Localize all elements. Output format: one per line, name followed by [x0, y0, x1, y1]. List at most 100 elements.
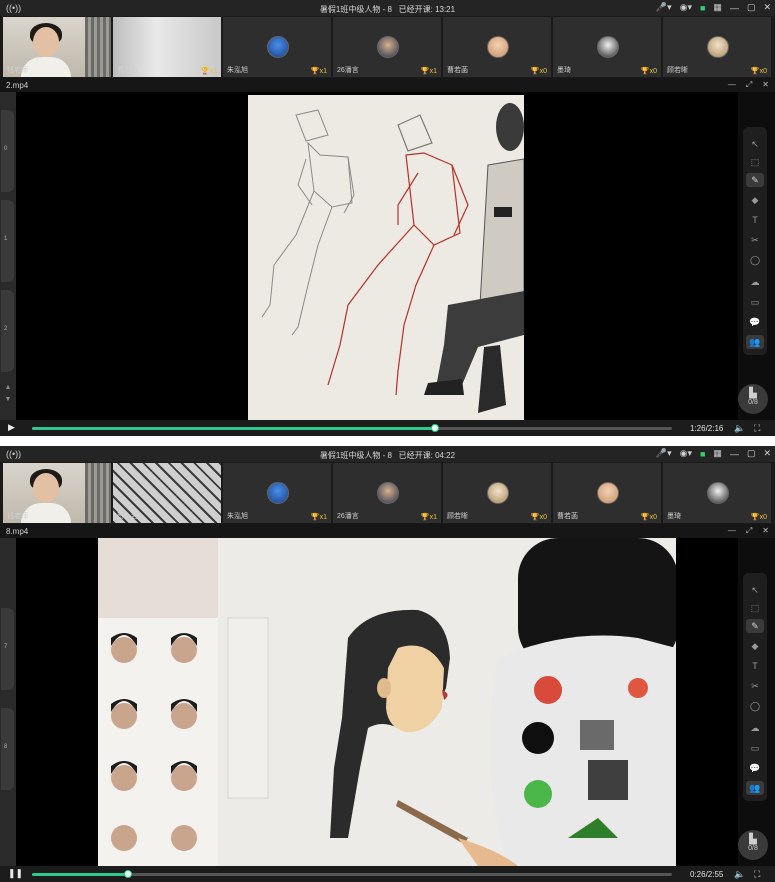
participant-name: 顾若晰 — [447, 513, 468, 520]
video-player[interactable] — [16, 538, 738, 866]
cursor-icon[interactable]: ↖ — [746, 137, 764, 151]
speaker-icon[interactable]: ◉▾ — [680, 2, 692, 13]
text-icon[interactable]: T — [746, 659, 764, 673]
participant-tile[interactable]: 26潘言 🏆x1 — [333, 463, 441, 523]
fullscreen-icon[interactable]: ⛶ — [754, 869, 760, 880]
scissors-icon[interactable]: ✂ — [746, 233, 764, 247]
participant-tile[interactable]: 顾若晰 🏆x0 — [443, 463, 551, 523]
cloud-icon[interactable]: ☁ — [746, 275, 764, 289]
eraser-icon[interactable]: ◆ — [746, 639, 764, 653]
progress-fill — [32, 873, 128, 876]
page-tab[interactable]: 7 — [1, 608, 14, 690]
scroll-up-icon[interactable]: ▲ — [2, 384, 14, 392]
page-counter[interactable]: ▙ 0/8 — [738, 830, 768, 860]
avatar — [707, 482, 729, 504]
microphone-icon[interactable]: 🎤▾ — [656, 448, 672, 459]
chat-icon[interactable]: 💬 — [746, 761, 764, 775]
participant-tile[interactable]: 26潘言 🏆x1 — [333, 17, 441, 77]
video-player[interactable] — [16, 92, 738, 420]
avatar — [707, 36, 729, 58]
trophy-badge: 🏆x1 — [310, 68, 327, 75]
participant-tile[interactable]: 顾若晰 🏆x0 — [663, 17, 771, 77]
annotation-toolbar: ↖ ⬚ ✎ ◆ T ✂ ◯ ☁ ▭ 💬 👥 — [743, 573, 767, 801]
minimize-icon[interactable]: — — [730, 3, 739, 13]
select-icon[interactable]: ⬚ — [746, 155, 764, 169]
expand-icon[interactable]: ⤢ — [746, 80, 752, 90]
close-icon[interactable]: ✕ — [762, 526, 769, 536]
minimize-icon[interactable]: — — [730, 449, 739, 459]
avatar — [487, 36, 509, 58]
volume-icon[interactable]: 🔈 — [734, 869, 745, 880]
users-icon[interactable]: 👥 — [746, 335, 764, 349]
toolbox-icon[interactable]: ▭ — [746, 741, 764, 755]
close-icon[interactable]: ✕ — [763, 2, 771, 13]
participant-tile[interactable]: 墨琦 🏆x0 — [553, 17, 661, 77]
brush-icon[interactable]: ✎ — [746, 173, 764, 187]
close-icon[interactable]: ✕ — [763, 448, 771, 459]
scissors-icon[interactable]: ✂ — [746, 679, 764, 693]
shape-icon[interactable]: ◯ — [746, 699, 764, 713]
participant-tile[interactable]: 曹若菡 🏆x0 — [553, 463, 661, 523]
text-icon[interactable]: T — [746, 213, 764, 227]
toolbox-icon[interactable]: ▭ — [746, 295, 764, 309]
camera-icon[interactable]: ■ — [700, 449, 705, 459]
page-sidebar: 7 8 — [0, 538, 16, 866]
class-title: 暑假1班中级人物 - 8 — [319, 5, 392, 14]
shape-icon[interactable]: ◯ — [746, 253, 764, 267]
progress-track[interactable] — [32, 424, 672, 432]
participant-tile[interactable]: 朱泓旭 🏆x1 — [223, 17, 331, 77]
scroll-down-icon[interactable]: ▼ — [2, 396, 14, 404]
progress-handle[interactable] — [124, 870, 132, 878]
minimize-icon[interactable]: — — [728, 80, 736, 90]
chat-icon[interactable]: 💬 — [746, 315, 764, 329]
trophy-badge: 🏆x0 — [640, 514, 657, 521]
class-window-1: ((•)) 暑假1班中级人物 - 8 已经开课: 13:21 🎤▾ ◉▾ ■ ▦… — [0, 0, 775, 436]
participant-tile[interactable]: 贾心若 🏆x1 — [113, 17, 221, 77]
eraser-icon[interactable]: ◆ — [746, 193, 764, 207]
progress-handle[interactable] — [431, 424, 440, 432]
microphone-icon[interactable]: 🎤▾ — [656, 2, 672, 13]
trophy-badge: 🏆x0 — [750, 68, 767, 75]
grid-icon[interactable]: ▦ — [713, 2, 722, 13]
teacher-video — [33, 27, 59, 57]
page-tab[interactable]: 0 — [1, 110, 14, 192]
camera-icon[interactable]: ■ — [700, 3, 705, 13]
page-tab[interactable]: 8 — [1, 708, 14, 790]
play-button[interactable]: ▶ — [8, 422, 15, 433]
page-icon: ▙ — [749, 834, 757, 845]
elapsed-label: 已经开课: — [398, 451, 433, 460]
pause-button[interactable]: ❚❚ — [8, 868, 23, 879]
page-tab[interactable]: 1 — [1, 200, 14, 282]
expand-icon[interactable]: ⤢ — [746, 526, 752, 536]
participant-tile[interactable]: 钱老师 — [3, 463, 111, 523]
separator — [0, 436, 775, 446]
annotation-toolbar: ↖ ⬚ ✎ ◆ T ✂ ◯ ☁ ▭ 💬 👥 — [743, 127, 767, 355]
page-icon: ▙ — [749, 388, 757, 399]
maximize-icon[interactable]: ▢ — [747, 448, 756, 459]
trophy-badge: 🏆x1 — [420, 514, 437, 521]
volume-icon[interactable]: 🔈 — [734, 423, 745, 434]
participant-strip: 钱老师 贾心若 朱泓旭 🏆x1 26潘言 🏆x1 顾若晰 🏆x0 曹若菡 🏆x0 — [0, 462, 775, 524]
page-counter[interactable]: ▙ 0/8 — [738, 384, 768, 414]
page-tab[interactable]: 2 — [1, 290, 14, 372]
cursor-icon[interactable]: ↖ — [746, 583, 764, 597]
participant-tile[interactable]: 曹若菡 🏆x0 — [443, 17, 551, 77]
grid-icon[interactable]: ▦ — [713, 448, 722, 459]
cloud-icon[interactable]: ☁ — [746, 721, 764, 735]
participant-tile[interactable]: 贾心若 — [113, 463, 221, 523]
participant-tile[interactable]: 钱老师 — [3, 17, 111, 77]
maximize-icon[interactable]: ▢ — [747, 2, 756, 13]
teacher-video — [33, 473, 59, 503]
participant-tile[interactable]: 墨琦 🏆x0 — [663, 463, 771, 523]
select-icon[interactable]: ⬚ — [746, 601, 764, 615]
progress-track[interactable] — [32, 870, 672, 878]
participant-tile[interactable]: 朱泓旭 🏆x1 — [223, 463, 331, 523]
minimize-icon[interactable]: — — [728, 526, 736, 536]
users-icon[interactable]: 👥 — [746, 781, 764, 795]
playback-bar: ▶ 1:26/2:16 🔈 ⛶ — [0, 420, 775, 436]
fullscreen-icon[interactable]: ⛶ — [754, 423, 760, 434]
participant-name: 曹若菡 — [447, 67, 468, 74]
close-icon[interactable]: ✕ — [762, 80, 769, 90]
speaker-icon[interactable]: ◉▾ — [680, 448, 692, 459]
brush-icon[interactable]: ✎ — [746, 619, 764, 633]
